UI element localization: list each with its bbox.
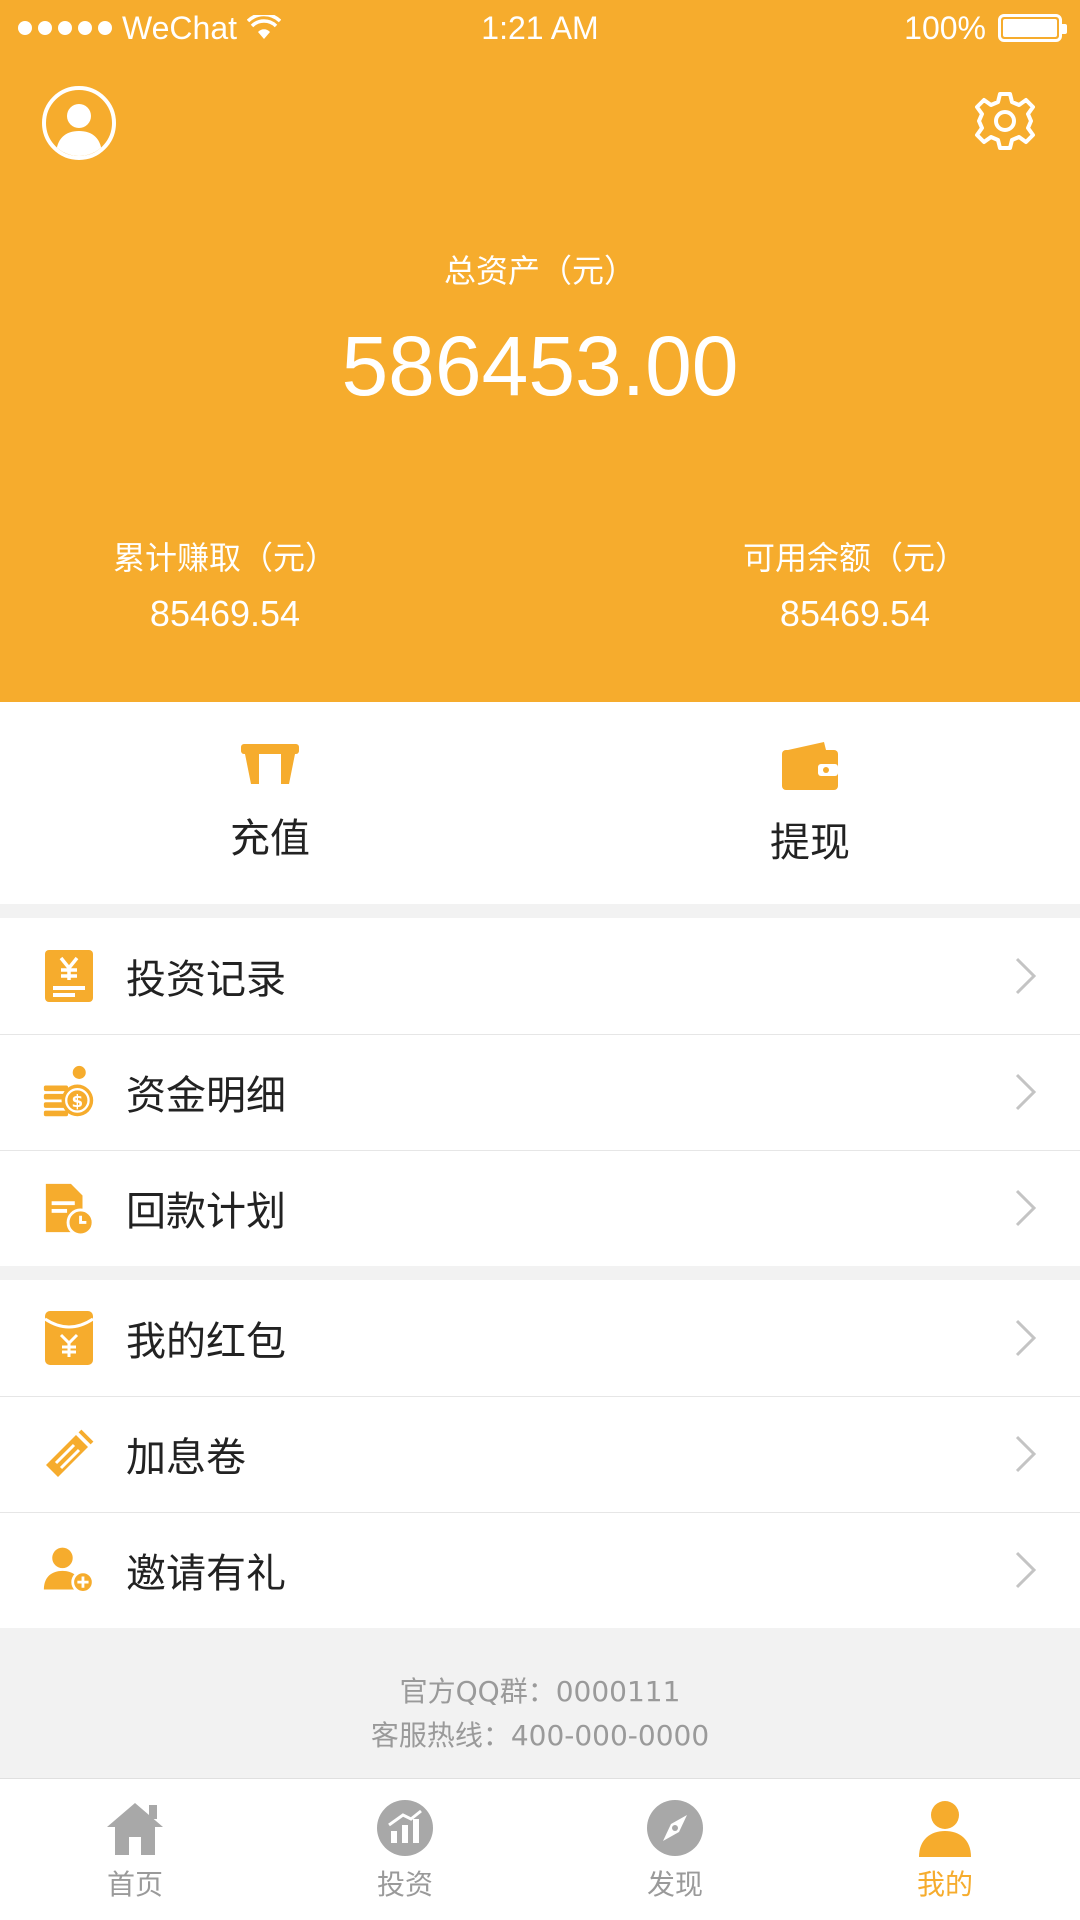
tab-home-label: 首页 [106,1868,163,1901]
recharge-label: 充值 [230,816,310,862]
compass-icon [647,1800,703,1856]
menu-group-finance: 投资记录 $ 资金明细 回款计划 [0,918,1080,1266]
total-assets-value: 586453.00 [341,319,739,413]
battery-level [1003,19,1057,37]
tab-discover-label: 发现 [646,1868,703,1901]
menu-label-invite-gifts: 邀请有礼 [126,1551,286,1597]
menu-item-invite-gifts[interactable]: 邀请有礼 [0,1512,1080,1628]
document-clock-icon [42,1180,96,1237]
menu-label-investment-records: 投资记录 [126,957,286,1003]
menu-label-interest-coupons: 加息卷 [126,1435,246,1481]
recharge-button[interactable]: 充值 [0,702,540,904]
user-icon [919,1801,971,1857]
chevron-right-icon [1015,1189,1037,1227]
cumulative-earned[interactable]: 累计赚取（元） 85469.54 [35,536,415,636]
menu-item-red-envelopes[interactable]: 我的红包 [0,1280,1080,1396]
hotline-text: 客服热线：400-000-0000 [370,1719,710,1752]
menu-group-rewards: 我的红包 加息卷 邀请有礼 [0,1280,1080,1628]
menu-label-repayment-plan: 回款计划 [126,1189,286,1235]
available-balance-label: 可用余额（元） [742,539,967,577]
menu-label-fund-details: 资金明细 [126,1073,286,1119]
coins-icon: $ [42,1064,96,1120]
status-bar: WeChat 1:21 AM 100% [0,0,1080,56]
red-envelope-icon [42,1310,96,1366]
tab-mine-label: 我的 [916,1868,973,1901]
chevron-right-icon [1015,1551,1037,1589]
user-avatar-icon [56,104,102,156]
yen-document-icon [42,948,96,1004]
cumulative-earned-label: 累计赚取（元） [112,539,337,577]
tab-bar: 首页 投资 发现 我的 [0,1778,1080,1920]
withdraw-label: 提现 [770,820,850,866]
clock: 1:21 AM [481,10,599,46]
menu-item-fund-details[interactable]: $ 资金明细 [0,1034,1080,1150]
invite-user-icon [42,1542,96,1598]
avatar[interactable] [42,86,116,160]
home-icon [107,1803,163,1855]
battery-percent: 100% [904,10,986,46]
menu-item-investment-records[interactable]: 投资记录 [0,918,1080,1034]
tab-mine[interactable]: 我的 [810,1779,1080,1920]
action-bar: 充值 提现 [0,702,1080,904]
card-icon [241,744,299,784]
total-assets-label: 总资产（元） [443,252,636,290]
svg-text:$: $ [72,1091,84,1111]
settings-button[interactable] [972,88,1038,154]
gear-icon [975,92,1035,150]
menu-label-red-envelopes: 我的红包 [126,1319,286,1365]
cumulative-earned-value: 85469.54 [149,593,301,634]
qq-group-text: 官方QQ群：0000111 [399,1675,681,1708]
chevron-right-icon [1015,1319,1037,1357]
coupon-icon [42,1426,96,1482]
available-balance[interactable]: 可用余额（元） 85469.54 [665,536,1045,636]
assets-header: 总资产（元） 586453.00 累计赚取（元） 85469.54 可用余额（元… [0,56,1080,702]
tab-discover[interactable]: 发现 [540,1779,810,1920]
chevron-right-icon [1015,1073,1037,1111]
tab-invest-label: 投资 [376,1868,433,1901]
contact-info: 官方QQ群：0000111 客服热线：400-000-0000 [0,1670,1080,1758]
available-balance-value: 85469.54 [779,593,931,634]
menu-item-interest-coupons[interactable]: 加息卷 [0,1396,1080,1512]
battery-icon [998,14,1067,42]
chevron-right-icon [1015,957,1037,995]
chart-icon [377,1800,433,1856]
wallet-icon [782,742,838,790]
tab-invest[interactable]: 投资 [270,1779,540,1920]
tab-home[interactable]: 首页 [0,1779,270,1920]
menu-item-repayment-plan[interactable]: 回款计划 [0,1150,1080,1266]
withdraw-button[interactable]: 提现 [540,702,1080,904]
chevron-right-icon [1015,1435,1037,1473]
